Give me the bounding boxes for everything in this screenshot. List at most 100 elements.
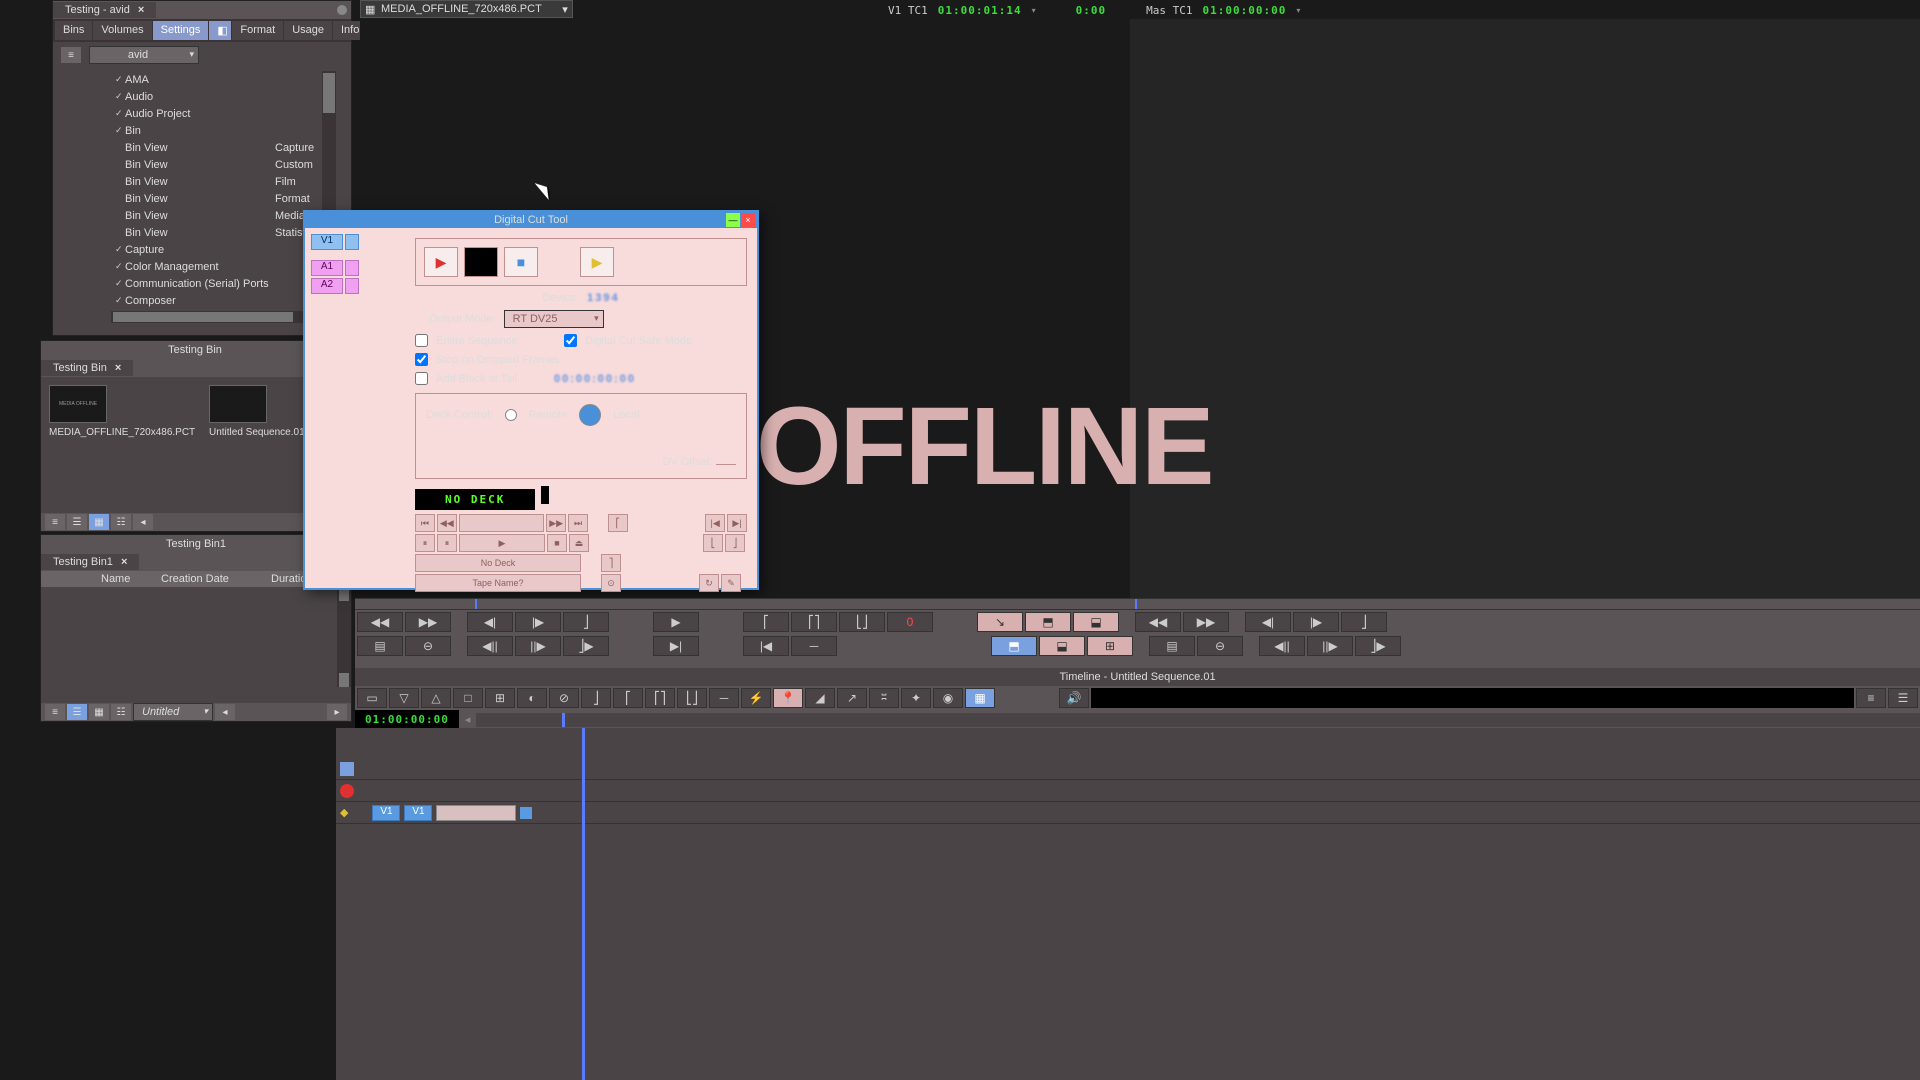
dropdown-icon[interactable]: ▾ [1032,6,1036,15]
view-script-icon[interactable]: ☷ [111,704,131,720]
source-playhead[interactable] [475,599,477,609]
overwrite-button[interactable]: ⬒ [1025,612,1071,632]
trim-a-button[interactable]: ◀|| [467,636,513,656]
preview-button[interactable] [464,247,498,277]
tl-view-menu-icon[interactable]: ☰ [1888,688,1918,708]
gang-button[interactable]: ⊖ [405,636,451,656]
clip-item[interactable]: MEDIA OFFLINE MEDIA_OFFLINE_720x486.PCT [49,385,189,438]
goto-in-button[interactable]: |◀ [705,514,725,532]
tc-step-left-icon[interactable]: ◂ [465,713,471,726]
track-v1-button[interactable]: V1 [311,234,343,250]
custom-preroll-button[interactable]: ↻ [699,574,719,592]
clip-item[interactable]: Untitled Sequence.01 [209,385,305,438]
timeline-ruler[interactable] [476,713,1920,727]
step-rev-button[interactable]: ⏸ [415,534,435,552]
tl-clear-both-icon[interactable]: ⎡⎤ [645,688,675,708]
record-position-bar[interactable] [1130,598,1920,610]
entire-sequence-checkbox[interactable] [415,334,428,347]
scroll-down-icon[interactable] [339,673,349,687]
mark-out-button[interactable]: ⎤ [601,554,621,572]
stop-button[interactable]: ■ [547,534,567,552]
track-end-icon[interactable] [520,807,532,819]
track-label-v1[interactable]: V1 [372,805,400,821]
replace-button[interactable]: ⬓ [1073,612,1119,632]
clear-out-button[interactable]: ⎦ [725,534,745,552]
play-fwd-button[interactable]: ▶▶ [546,514,566,532]
output-mode-dropdown[interactable]: RT DV25 [504,310,604,328]
track-a1-monitor[interactable] [345,260,359,276]
lift-button[interactable]: ⬒ [991,636,1037,656]
tl-select-left-icon[interactable]: ◐ [517,688,547,708]
copy-button[interactable]: ⊞ [1087,636,1133,656]
tl-add-edit-icon[interactable]: ⊞ [485,688,515,708]
settings-row[interactable]: Bin ViewCapture [111,139,336,156]
window-menu-icon[interactable] [337,5,347,15]
halt-button[interactable]: ▶ [580,247,614,277]
tl-mark-clip-icon[interactable]: □ [453,688,483,708]
tl-marker-icon[interactable]: 📍 [773,688,803,708]
minimize-icon[interactable]: — [726,213,740,227]
play-button[interactable]: ▶ [459,534,545,552]
tl-menu-icon[interactable]: ≡ [1856,688,1886,708]
tab-volumes[interactable]: Volumes [93,21,151,40]
settings-row[interactable]: ✓Audio [111,88,336,105]
tab-bins[interactable]: Bins [55,21,92,40]
view-script-icon[interactable]: ☷ [111,514,131,530]
center-button[interactable]: ─ [791,636,837,656]
settings-row[interactable]: Bin ViewFormat [111,190,336,207]
rewind-button[interactable]: ◀◀ [1135,612,1181,632]
stop-button[interactable]: ■ [504,247,538,277]
tl-collapse-icon[interactable]: ⎣⎦ [677,688,707,708]
track-v1-monitor[interactable] [345,234,359,250]
eject-button[interactable]: ⏏ [569,534,589,552]
dv-offset-value[interactable] [716,464,736,465]
step-fwd-button[interactable]: |▶ [1293,612,1339,632]
tl-lift-icon[interactable]: △ [421,688,451,708]
tl-mark-out-icon[interactable]: ⎦ [581,688,611,708]
clear-marks-button[interactable]: ⎣⎦ [839,612,885,632]
step-back-button[interactable]: ◀| [1245,612,1291,632]
extend-button[interactable]: ⎦▶ [1355,636,1401,656]
play-in-out-button[interactable]: ▶| [653,636,699,656]
fast-menu-icon[interactable]: ≡ [45,514,65,530]
fast-fwd-button[interactable]: ▶▶ [1183,612,1229,632]
fast-fwd-button[interactable]: ⏭ [568,514,588,532]
step-back-button[interactable]: ◀| [467,612,513,632]
timeline-playhead[interactable] [562,713,565,727]
cue-button[interactable]: ⊙ [601,574,621,592]
tl-source-record-icon[interactable]: ▦ [965,688,995,708]
fast-menu-icon[interactable]: ≡ [61,47,81,63]
close-icon[interactable]: × [138,4,144,16]
settings-row[interactable]: Bin ViewFilm [111,173,336,190]
sync-lock-icon[interactable]: ◆ [340,806,348,819]
play-button[interactable]: ▶ [653,612,699,632]
rewind-button[interactable]: ◀◀ [357,612,403,632]
tc-label-v1[interactable]: V1 TC1 [888,4,928,17]
track-a2-monitor[interactable] [345,278,359,294]
record-button[interactable]: 0 [887,612,933,632]
tl-center-icon[interactable]: ─ [709,688,739,708]
view-frame-icon[interactable]: ▦ [89,704,109,720]
settings-row[interactable]: ✓Bin [111,122,336,139]
horizontal-scrollbar[interactable] [111,311,322,323]
user-dropdown[interactable]: avid [89,46,199,64]
goto-out-button[interactable]: ▶| [727,514,747,532]
track-a1-button[interactable]: A1 [311,260,343,276]
extract-button[interactable]: ⬓ [1039,636,1085,656]
close-icon[interactable]: × [115,362,121,374]
settings-row[interactable]: ✓Audio Project [111,105,336,122]
prev-icon[interactable]: ◂ [133,514,153,530]
tab-settings[interactable]: Settings [153,21,209,40]
clip-segment[interactable] [436,805,516,821]
trim-a-button[interactable]: ◀|| [1259,636,1305,656]
tl-remove-effect-icon[interactable]: ⊘ [549,688,579,708]
tl-extract-icon[interactable]: ▽ [389,688,419,708]
tl-render-icon[interactable]: ⚡ [741,688,771,708]
dropdown-icon[interactable]: ▾ [1296,6,1300,15]
stop-dropped-checkbox[interactable] [415,353,428,366]
view-frame-icon[interactable]: ▦ [89,514,109,530]
mark-out-button[interactable]: ⎦ [1341,612,1387,632]
tl-segment-mode-icon[interactable]: ▭ [357,688,387,708]
step-fwd-button[interactable]: |▶ [515,612,561,632]
safe-mode-checkbox[interactable] [564,334,577,347]
